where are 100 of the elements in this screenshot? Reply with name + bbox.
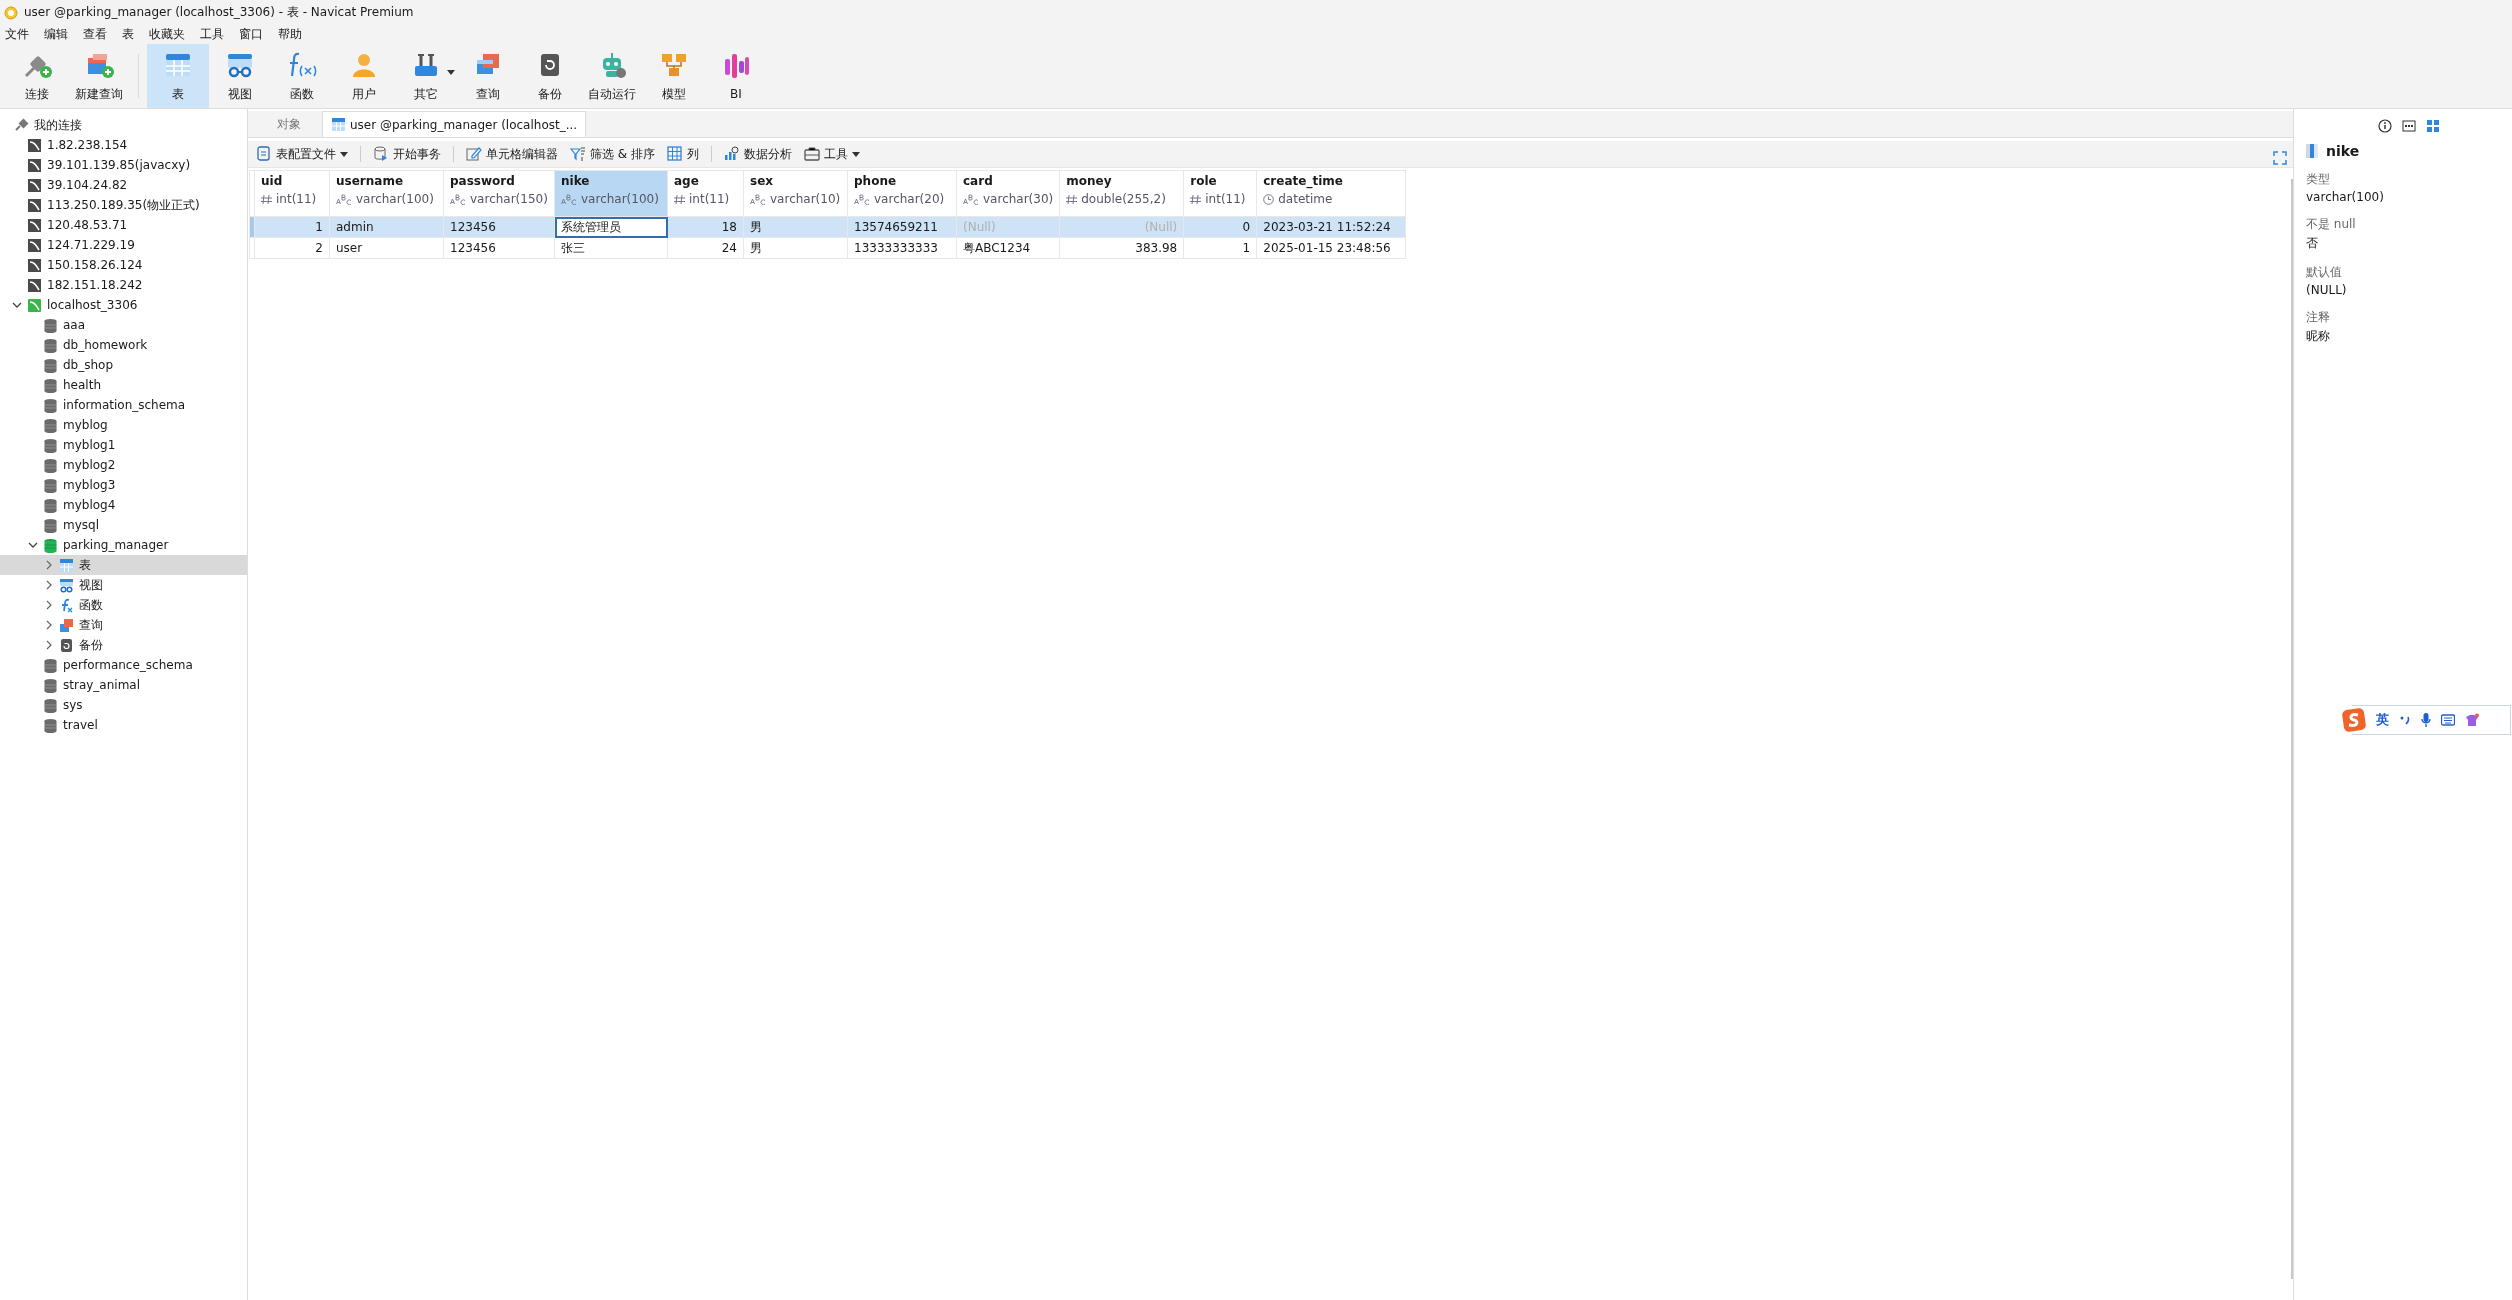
scrollbar[interactable] [2291, 179, 2293, 1279]
field-name: nike [2326, 143, 2360, 159]
tree-item[interactable]: myblog2 [0, 455, 247, 475]
tree-item[interactable]: 120.48.53.71 [0, 215, 247, 235]
tree-item[interactable]: aaa [0, 315, 247, 335]
toolbar-button[interactable]: 开始事务 [369, 145, 445, 163]
column-type: varchar(150) [470, 192, 548, 206]
toolbar-button[interactable]: 数据分析 [720, 145, 796, 163]
tree-item[interactable]: health [0, 375, 247, 395]
tree-item[interactable]: 113.250.189.35(物业正式) [0, 195, 247, 215]
database-icon [43, 337, 58, 353]
fullscreen-icon[interactable] [2273, 151, 2287, 165]
tree-item[interactable]: mysql [0, 515, 247, 535]
tree-item[interactable]: 150.158.26.124 [0, 255, 247, 275]
menu-item[interactable]: 帮助 [273, 26, 312, 43]
database-icon [43, 497, 58, 513]
tree-item[interactable]: 视图 [0, 575, 247, 595]
tree-item[interactable]: myblog4 [0, 495, 247, 515]
grid-icon [667, 146, 683, 162]
tree-item[interactable]: myblog [0, 415, 247, 435]
tree-item[interactable]: 182.151.18.242 [0, 275, 247, 295]
column-header[interactable]: money double(255,2) [1059, 170, 1184, 217]
property-label: 默认值 [2306, 264, 2343, 281]
tree-item[interactable]: localhost_3306 [0, 295, 247, 315]
column-header[interactable]: uid int(11) [254, 170, 330, 217]
tree-item[interactable]: 我的连接 [0, 115, 247, 135]
tree-item[interactable]: stray_animal [0, 675, 247, 695]
menu-item[interactable]: 查看 [78, 26, 117, 43]
toolbar-button[interactable]: 其它 [395, 44, 457, 108]
tree-item[interactable]: db_shop [0, 355, 247, 375]
tree-item[interactable]: 函数 [0, 595, 247, 615]
column-type: int(11) [1205, 192, 1246, 206]
database-icon [43, 477, 58, 493]
toolbar-button[interactable]: 查询 [457, 44, 519, 108]
tree-item[interactable]: 1.82.238.154 [0, 135, 247, 155]
tab[interactable]: user @parking_manager (localhost_... [322, 111, 587, 137]
restore-icon [59, 637, 74, 653]
text-type-icon [450, 193, 466, 205]
tree-item[interactable]: sys [0, 695, 247, 715]
toolbar-button[interactable]: 备份 [519, 44, 581, 108]
toolbar-button[interactable]: 自动运行 [581, 44, 643, 108]
bar-chart-icon [724, 146, 740, 162]
menu-item[interactable]: 工具 [195, 26, 234, 43]
app-icon [4, 5, 18, 20]
info-icon[interactable] [2378, 119, 2392, 133]
column-header[interactable]: create_time datetime [1256, 170, 1406, 217]
toolbar-button[interactable]: 用户 [333, 44, 395, 108]
column-header[interactable]: sex varchar(10) [743, 170, 848, 217]
column-header[interactable]: age int(11) [667, 170, 744, 217]
row-indicator[interactable] [249, 216, 255, 238]
menu-item[interactable]: 收藏夹 [144, 26, 195, 43]
column-type: datetime [1278, 192, 1333, 206]
tree-item[interactable]: travel [0, 715, 247, 735]
menu-item[interactable]: 表 [117, 26, 144, 43]
toolbar-button[interactable]: BI [705, 44, 767, 108]
column-header[interactable]: nike varchar(100) [554, 170, 668, 217]
toolbar-button[interactable]: 视图 [209, 44, 271, 108]
toolbar-button[interactable]: 连接 [6, 44, 68, 108]
plug-icon [14, 117, 29, 133]
toolbar-button[interactable]: 筛选 & 排序 [566, 145, 659, 163]
column-header[interactable]: role int(11) [1183, 170, 1257, 217]
tree-item[interactable]: myblog3 [0, 475, 247, 495]
tree-item[interactable]: db_homework [0, 335, 247, 355]
toolbar-button[interactable]: 新建查询 [68, 44, 130, 108]
column-header[interactable]: phone varchar(20) [847, 170, 957, 217]
column-header[interactable]: card varchar(30) [956, 170, 1060, 217]
hash-icon [261, 193, 272, 205]
shirt-icon [2465, 713, 2479, 727]
column-header[interactable]: username varchar(100) [329, 170, 444, 217]
tree-item[interactable]: 39.104.24.82 [0, 175, 247, 195]
toolbar-button[interactable]: 列 [663, 145, 703, 163]
tree-item[interactable]: 备份 [0, 635, 247, 655]
database-icon [43, 517, 58, 533]
tree-item[interactable]: performance_schema [0, 655, 247, 675]
tree-item[interactable]: 39.101.139.85(javacxy) [0, 155, 247, 175]
toolbar-button[interactable]: 模型 [643, 44, 705, 108]
tree-item[interactable]: 表 [0, 555, 247, 575]
language-toggle[interactable]: 英 [2376, 711, 2389, 729]
menu-item[interactable]: 文件 [0, 26, 39, 43]
menu-item[interactable]: 编辑 [39, 26, 78, 43]
database-icon [43, 697, 58, 713]
tree-item[interactable]: parking_manager [0, 535, 247, 555]
grid-icon[interactable] [2426, 119, 2440, 133]
chevron-down-icon [12, 300, 22, 310]
tree-item[interactable]: information_schema [0, 395, 247, 415]
glasses-icon [59, 577, 74, 593]
toolbar-button[interactable]: 函数 [271, 44, 333, 108]
table-cell: 24 [667, 237, 744, 259]
tree-item[interactable]: 124.71.229.19 [0, 235, 247, 255]
menu-item[interactable]: 窗口 [234, 26, 273, 43]
toolbar-button[interactable]: 表配置文件 [252, 145, 352, 163]
column-type: varchar(100) [581, 192, 659, 206]
tree-item[interactable]: 查询 [0, 615, 247, 635]
toolbar-button[interactable]: 表 [147, 44, 209, 108]
toolbar-button[interactable]: 工具 [800, 145, 864, 163]
database-icon [43, 317, 58, 333]
toolbar-button[interactable]: 单元格编辑器 [462, 145, 562, 163]
column-header[interactable]: password varchar(150) [443, 170, 555, 217]
tree-item[interactable]: myblog1 [0, 435, 247, 455]
code-icon[interactable] [2402, 119, 2416, 133]
